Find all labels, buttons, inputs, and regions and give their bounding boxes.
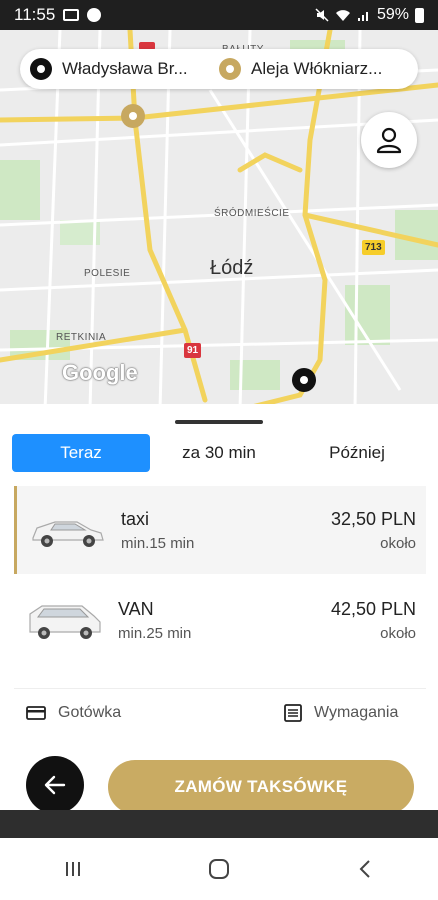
mute-icon [315, 8, 329, 22]
ride-eta: min.15 min [121, 534, 195, 552]
tab-in-30-min[interactable]: za 30 min [150, 434, 288, 472]
pickup-pin [292, 368, 316, 392]
requirements-list-icon [284, 704, 302, 722]
wifi-icon [335, 9, 350, 21]
ride-price: 32,50 PLN [330, 508, 416, 529]
user-icon [376, 127, 402, 154]
divider [14, 688, 426, 689]
status-bar: 11:55 59% [0, 0, 438, 30]
ride-price: 42,50 PLN [330, 598, 416, 619]
map-label-retkinia: RETKINIA [56, 332, 107, 343]
tab-now[interactable]: Teraz [12, 434, 150, 472]
ride-price-approx: około [380, 624, 416, 642]
home-icon [209, 859, 229, 879]
destination-address[interactable]: Aleja Włókniarz... [219, 58, 408, 80]
system-nav-bar [0, 838, 438, 900]
back-button[interactable] [26, 756, 84, 814]
tab-later[interactable]: Później [288, 434, 426, 472]
car-icon [32, 521, 104, 547]
system-back-button[interactable] [335, 849, 395, 889]
requirements-label: Wymagania [314, 704, 399, 721]
route-bar[interactable]: Władysława Br... Aleja Włókniarz... [20, 49, 418, 89]
status-time: 11:55 [14, 5, 56, 24]
ride-option-taxi[interactable]: taxi min.15 min 32,50 PLN około [14, 486, 426, 574]
payment-method-label: Gotówka [58, 704, 122, 721]
order-taxi-button[interactable]: ZAMÓW TAKSÓWKĘ [108, 760, 414, 814]
pickup-address[interactable]: Władysława Br... [30, 58, 219, 80]
destination-pin [121, 104, 145, 128]
gallery-notification-icon [63, 9, 80, 21]
battery-percent: 59% [376, 6, 409, 23]
recent-apps-button[interactable] [43, 849, 103, 889]
recent-apps-icon [66, 862, 80, 876]
chevron-left-icon [359, 860, 370, 878]
ride-name: VAN [118, 598, 154, 619]
map-city-label: Łódź [210, 257, 254, 279]
map-label-polesie: POLESIE [84, 268, 131, 279]
road-badge-91: 91 [184, 343, 202, 358]
destination-marker-icon [219, 58, 241, 80]
sheet-handle[interactable] [175, 420, 263, 424]
van-icon [29, 605, 101, 639]
ride-name: taxi [121, 508, 150, 529]
ride-option-van[interactable]: VAN min.25 min 42,50 PLN około [14, 576, 426, 664]
destination-address-text: Aleja Włókniarz... [251, 59, 383, 78]
battery-icon [415, 7, 424, 23]
pickup-marker-icon [30, 58, 52, 80]
profile-button[interactable] [361, 112, 417, 168]
map-label-srodmiescie: ŚRÓDMIEŚCIE [214, 208, 290, 219]
bottom-strip [0, 810, 438, 838]
google-logo: Google [62, 360, 138, 385]
pickup-address-text: Władysława Br... [62, 59, 188, 78]
arrow-left-icon [44, 775, 66, 795]
road-badge-713: 713 [362, 240, 385, 255]
app-notification-icon [87, 8, 102, 22]
time-tabs: Teraz za 30 min Później [12, 434, 426, 476]
ride-price-approx: około [380, 534, 416, 552]
credit-card-icon [26, 706, 46, 720]
home-button[interactable] [189, 849, 249, 889]
signal-icon [357, 11, 368, 21]
ride-eta: min.25 min [118, 624, 192, 642]
payment-method-button[interactable]: Gotówka [26, 704, 121, 722]
bottom-sheet: Teraz za 30 min Później taxi min.15 min … [0, 404, 438, 814]
requirements-button[interactable]: Wymagania [284, 704, 398, 722]
